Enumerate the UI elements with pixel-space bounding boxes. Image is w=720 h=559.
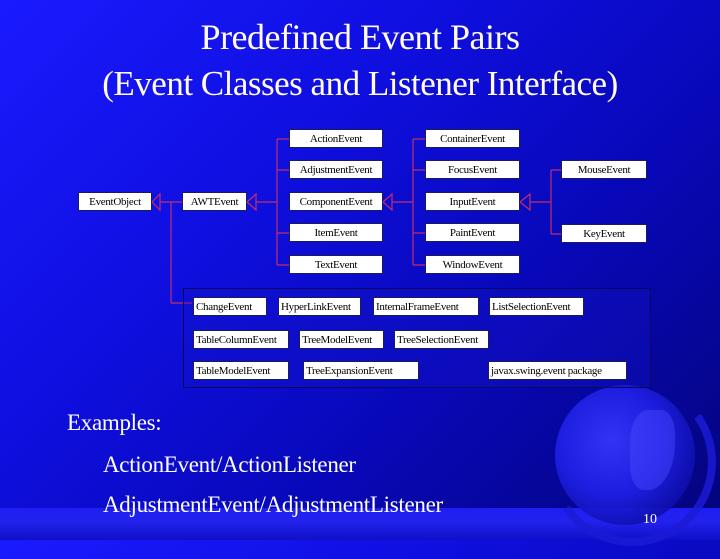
class-box-treeselectionevent: TreeSelectionEvent xyxy=(394,330,489,349)
example-item: AdjustmentEvent/AdjustmentListener xyxy=(103,492,443,517)
class-box-internalframeevent: InternalFrameEvent xyxy=(373,297,479,316)
page-number: 10 xyxy=(643,512,657,527)
inheritance-arrow-awtevent xyxy=(246,192,257,212)
inheritance-arrow-eventobject xyxy=(151,192,161,212)
class-box-treemodelevent: TreeModelEvent xyxy=(299,330,384,349)
class-box-changeevent: ChangeEvent xyxy=(193,297,267,316)
examples-heading: Examples: xyxy=(67,410,162,435)
class-box-awtevent: AWTEvent xyxy=(182,192,247,211)
class-box-itemevent: ItemEvent xyxy=(289,223,383,242)
class-box-treeexpansionevent: TreeExpansionEvent xyxy=(303,361,419,380)
inheritance-arrow-componentevent xyxy=(382,192,393,212)
class-box-windowevent: WindowEvent xyxy=(425,255,520,274)
example-item: ActionEvent/ActionListener xyxy=(103,452,356,477)
class-box-tablecolumnevent: TableColumnEvent xyxy=(193,330,289,349)
class-box-keyevent: KeyEvent xyxy=(561,224,647,243)
inheritance-arrow-inputevent xyxy=(519,192,531,212)
class-box-textevent: TextEvent xyxy=(289,255,383,274)
class-box-listselectionevent: ListSelectionEvent xyxy=(489,297,584,316)
class-box-paintevent: PaintEvent xyxy=(425,223,520,242)
class-box-hyperlinkevent: HyperLinkEvent xyxy=(278,297,361,316)
class-box-actionevent: ActionEvent xyxy=(289,129,383,148)
swing-package-label: javax.swing.event package xyxy=(488,361,627,380)
class-box-containerevent: ContainerEvent xyxy=(425,129,520,148)
class-box-mouseevent: MouseEvent xyxy=(561,160,647,179)
class-box-tablemodelevent: TableModelEvent xyxy=(193,361,289,380)
class-box-eventobject: EventObject xyxy=(78,192,152,211)
class-box-inputevent: InputEvent xyxy=(425,192,520,211)
class-box-focusevent: FocusEvent xyxy=(425,160,520,179)
class-box-adjustmentevent: AdjustmentEvent xyxy=(289,160,383,179)
class-box-componentevent: ComponentEvent xyxy=(289,192,383,211)
